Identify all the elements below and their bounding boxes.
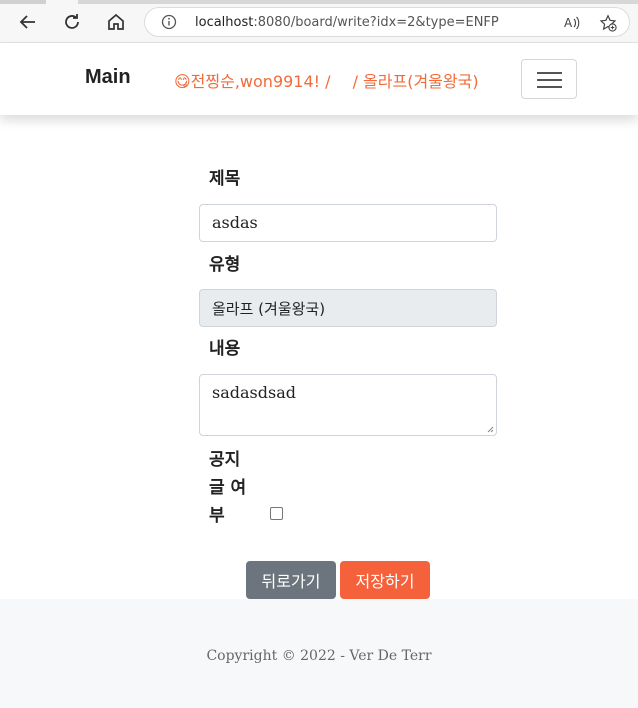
notice-checkbox[interactable]	[270, 507, 283, 520]
brand-link[interactable]: Main	[85, 66, 131, 89]
user-info: 😋전찡순,won9914! / / 올라프(겨울왕국)	[174, 68, 479, 92]
browser-toolbar: localhost:8080/board/write?idx=2&type=EN…	[0, 0, 638, 43]
address-bar[interactable]: localhost:8080/board/write?idx=2&type=EN…	[144, 7, 630, 37]
type-readonly-field: 올라프 (겨울왕국)	[199, 289, 497, 327]
url-text[interactable]: localhost:8080/board/write?idx=2&type=EN…	[195, 15, 499, 30]
content-text: sadasdsad	[212, 383, 296, 402]
copyright-text: Copyright © 2022 - Ver De Terr	[206, 648, 432, 664]
svg-text:A: A	[564, 16, 573, 30]
title-input[interactable]: asdas	[199, 204, 497, 242]
footer: Copyright © 2022 - Ver De Terr	[0, 599, 638, 708]
tab[interactable]	[0, 0, 46, 4]
user-greeting: 😋전찡순,won9914! /	[174, 72, 331, 91]
type-label: 유형	[209, 255, 241, 275]
resize-grip-icon[interactable]	[486, 425, 494, 433]
tab[interactable]	[78, 0, 638, 4]
add-favorite-icon[interactable]	[599, 14, 617, 32]
home-icon[interactable]	[102, 8, 130, 36]
read-aloud-icon[interactable]: A	[563, 14, 581, 32]
title-label: 제목	[209, 169, 241, 189]
notice-label: 공지 글 여 부	[209, 450, 247, 526]
tab-strip	[0, 0, 638, 4]
site-header: Main 😋전찡순,won9914! / / 올라프(겨울왕국)	[0, 43, 638, 115]
save-button[interactable]: 저장하기	[340, 561, 430, 599]
back-button[interactable]: 뒤로가기	[246, 561, 336, 599]
content-label: 내용	[209, 339, 241, 359]
refresh-icon[interactable]	[58, 8, 86, 36]
info-icon[interactable]	[161, 14, 177, 30]
user-type: / 올라프(겨울왕국)	[352, 72, 479, 91]
hamburger-menu-icon[interactable]	[521, 59, 577, 99]
back-arrow-icon[interactable]	[14, 8, 42, 36]
content-textarea[interactable]: sadasdsad	[199, 374, 497, 436]
